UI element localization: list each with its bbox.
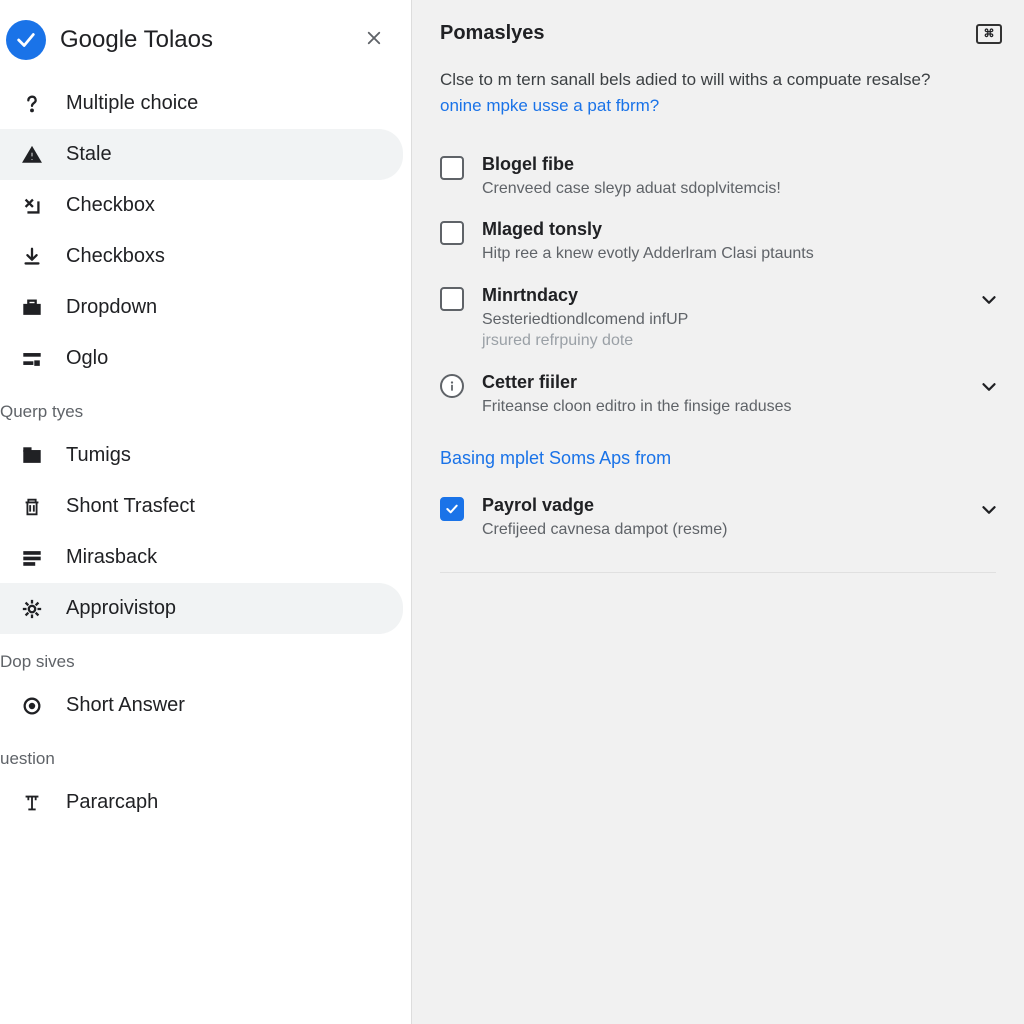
main-description-text: Clse to m tern sanall bels adied to will… <box>440 70 930 89</box>
target-icon <box>16 695 48 717</box>
sidebar-item-label: Dropdown <box>66 296 157 319</box>
main-description: Clse to m tern sanall bels adied to will… <box>412 55 1024 124</box>
list-icon <box>16 547 48 569</box>
sidebar-item-label: Mirasback <box>66 546 157 569</box>
sidebar-item-tumigs[interactable]: Tumigs <box>0 430 403 481</box>
option-subtitle: Crefijeed cavnesa dampot (resme) <box>482 519 974 541</box>
sidebar-item-label: Shont Trasfect <box>66 495 195 518</box>
expand-button[interactable] <box>974 289 1004 311</box>
section-link[interactable]: Basing mplet Soms Aps from <box>412 426 1024 483</box>
sidebar-item-label: Tumigs <box>66 444 131 467</box>
download-icon <box>16 246 48 268</box>
option-subtitle: Friteanse cloon editro in the finsige ra… <box>482 396 974 418</box>
expand-button[interactable] <box>974 499 1004 521</box>
sidebar-item-label: Checkboxs <box>66 245 165 268</box>
option-title: Minrtndacy <box>482 285 974 306</box>
sidebar-item-label: Stale <box>66 143 112 166</box>
sidebar-item-stale[interactable]: Stale <box>0 129 403 180</box>
sidebar-item-label: Oglo <box>66 347 108 370</box>
checkbox-checked[interactable] <box>440 497 464 521</box>
sidebar-section-head-b: Querp tyes <box>0 384 411 430</box>
chevron-down-icon <box>978 499 1000 521</box>
sidebar-section-head-c: Dop sives <box>0 634 411 680</box>
option-mlaged-tonsly[interactable]: Mlaged tonsly Hitp ree a knew evotly Add… <box>440 211 1004 273</box>
main-description-link[interactable]: onine mpke usse a pat fbrm? <box>440 96 659 115</box>
text-icon <box>16 792 48 814</box>
main-panel: Pomaslyes ⌘ Clse to m tern sanall bels a… <box>412 0 1024 1024</box>
sidebar-list-d: Pararcaph <box>0 777 411 828</box>
arrow-cross-icon <box>16 195 48 217</box>
sidebar-item-approivistop[interactable]: Approivistop <box>0 583 403 634</box>
sidebar-title: Google Tolaos <box>60 26 355 54</box>
option-subtitle-2: jrsured refrpuiny dote <box>482 330 974 352</box>
close-button[interactable] <box>355 21 393 59</box>
option-title: Blogel fibe <box>482 154 1004 175</box>
sidebar-item-short-answer[interactable]: Short Answer <box>0 680 403 731</box>
gear-icon <box>16 598 48 620</box>
chevron-down-icon <box>978 376 1000 398</box>
option-minrtndacy[interactable]: Minrtndacy Sesteriedtiondlcomend infUP j… <box>440 277 1004 360</box>
sidebar-item-label: Multiple choice <box>66 92 198 115</box>
main-header: Pomaslyes ⌘ <box>412 0 1024 55</box>
briefcase-icon <box>16 297 48 319</box>
sidebar-item-checkbox[interactable]: Checkbox <box>0 180 403 231</box>
option-blogel-fibe[interactable]: Blogel fibe Crenveed case sleyp aduat sd… <box>440 146 1004 208</box>
sidebar-list-b: Tumigs Shont Trasfect Mirasback Approivi… <box>0 430 411 634</box>
options-list-2: Payrol vadge Crefijeed cavnesa dampot (r… <box>412 483 1024 549</box>
checkbox[interactable] <box>440 221 464 245</box>
sidebar-item-label: Pararcaph <box>66 791 158 814</box>
option-subtitle: Hitp ree a knew evotly Adderlram Clasi p… <box>482 243 1004 265</box>
option-title: Mlaged tonsly <box>482 219 1004 240</box>
question-mark-icon <box>16 93 48 115</box>
check-icon <box>444 501 460 517</box>
sidebar-item-dropdown[interactable]: Dropdown <box>0 282 403 333</box>
check-icon <box>15 29 37 51</box>
option-title: Cetter fiiler <box>482 372 974 393</box>
sidebar-section-head-d: uestion <box>0 731 411 777</box>
option-payrol-vadge[interactable]: Payrol vadge Crefijeed cavnesa dampot (r… <box>440 487 1004 549</box>
checkbox[interactable] <box>440 287 464 311</box>
sidebar: Google Tolaos Multiple choice Stale Chec… <box>0 0 412 1024</box>
keyboard-icon[interactable]: ⌘ <box>976 24 1002 44</box>
options-list: Blogel fibe Crenveed case sleyp aduat sd… <box>412 124 1024 426</box>
sidebar-list-a: Multiple choice Stale Checkbox Checkboxs… <box>0 78 411 384</box>
warning-icon <box>16 144 48 166</box>
option-cetter-fiiler[interactable]: Cetter fiiler Friteanse cloon editro in … <box>440 364 1004 426</box>
main-title: Pomaslyes <box>440 22 976 45</box>
chevron-down-icon <box>978 289 1000 311</box>
sidebar-item-mirasback[interactable]: Mirasback <box>0 532 403 583</box>
sidebar-item-label: Approivistop <box>66 597 176 620</box>
sidebar-list-c: Short Answer <box>0 680 411 731</box>
option-subtitle: Sesteriedtiondlcomend infUP <box>482 309 974 331</box>
folder-icon <box>16 445 48 467</box>
expand-button[interactable] <box>974 376 1004 398</box>
app-logo-badge <box>6 20 46 60</box>
info-icon <box>440 374 464 398</box>
option-title: Payrol vadge <box>482 495 974 516</box>
checkbox[interactable] <box>440 156 464 180</box>
sidebar-item-shont-trasfect[interactable]: Shont Trasfect <box>0 481 403 532</box>
sidebar-header: Google Tolaos <box>0 0 411 78</box>
divider <box>440 572 996 573</box>
close-icon <box>365 29 383 47</box>
sidebar-item-paragraph[interactable]: Pararcaph <box>0 777 403 828</box>
sidebar-item-label: Checkbox <box>66 194 155 217</box>
sidebar-item-label: Short Answer <box>66 694 185 717</box>
trash-icon <box>16 496 48 518</box>
option-subtitle: Crenveed case sleyp aduat sdoplvitemcis! <box>482 178 1004 200</box>
sidebar-item-oglo[interactable]: Oglo <box>0 333 403 384</box>
sidebar-item-checkboxs[interactable]: Checkboxs <box>0 231 403 282</box>
sliders-icon <box>16 348 48 370</box>
sidebar-item-multiple-choice[interactable]: Multiple choice <box>0 78 403 129</box>
